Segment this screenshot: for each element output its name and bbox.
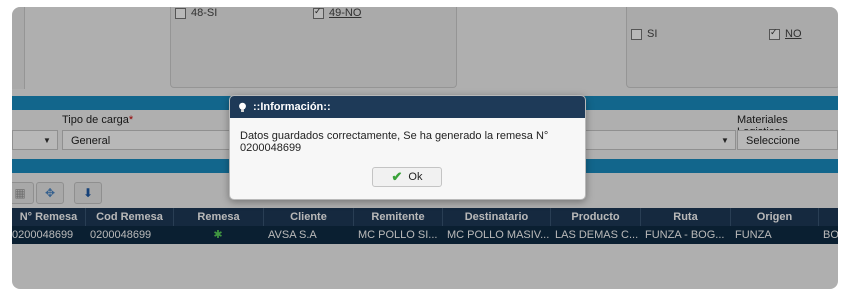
dialog-message: Datos guardados correctamente, Se ha gen… (240, 130, 549, 154)
ok-button[interactable]: ✔ Ok (372, 167, 442, 187)
dialog-title: ::Información:: (253, 101, 331, 113)
info-dialog: ::Información:: Datos guardados correcta… (229, 95, 586, 200)
lightbulb-icon (239, 102, 246, 112)
dialog-titlebar[interactable]: ::Información:: (230, 96, 585, 118)
check-icon: ✔ (391, 169, 403, 184)
ok-label: Ok (408, 171, 423, 183)
